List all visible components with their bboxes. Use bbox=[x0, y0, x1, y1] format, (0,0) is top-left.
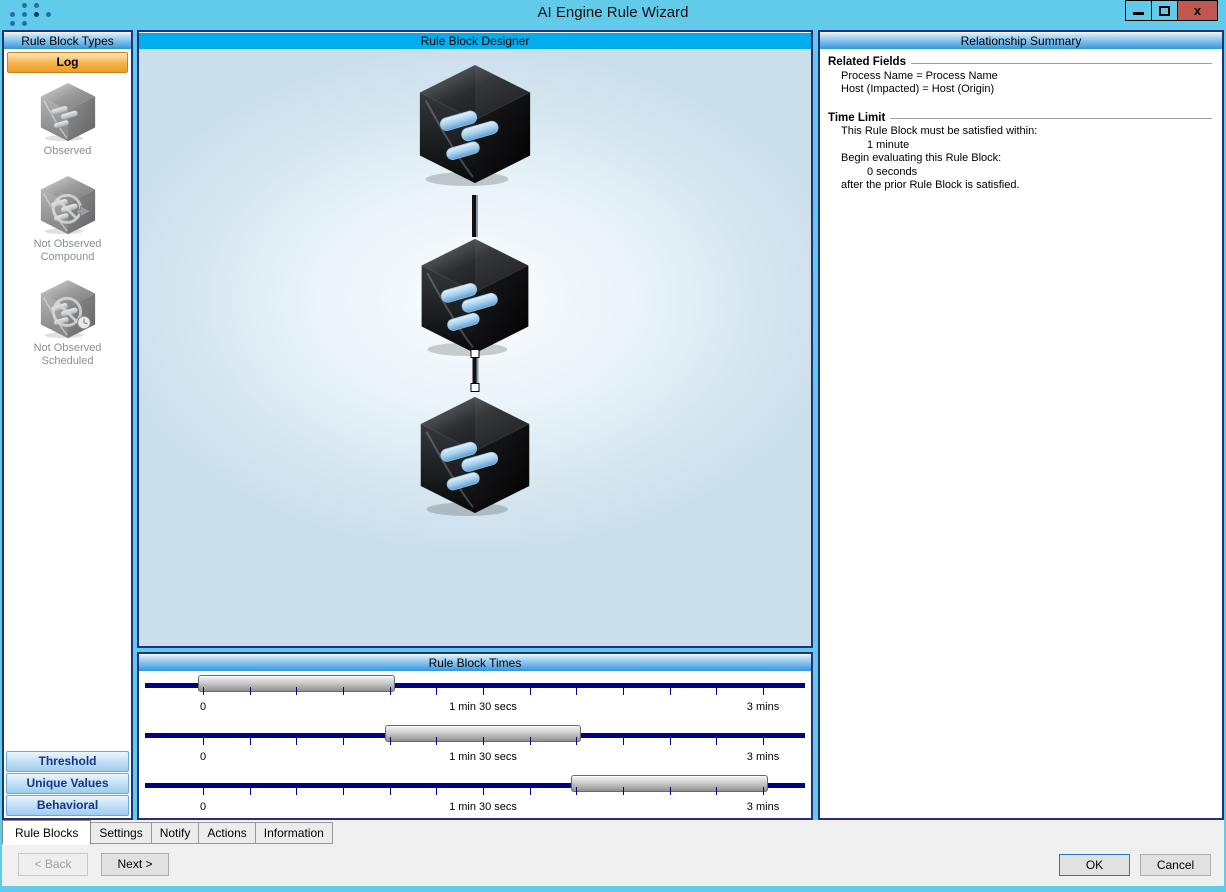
tab-rule-blocks[interactable]: Rule Blocks bbox=[2, 820, 92, 845]
behavioral-category-button[interactable]: Behavioral bbox=[6, 795, 129, 816]
rule-block-types-header: Rule Block Types bbox=[4, 32, 131, 49]
type-label: Not Observed Scheduled bbox=[33, 342, 102, 367]
maximize-icon bbox=[1159, 5, 1170, 16]
next-button[interactable]: Next > bbox=[101, 853, 169, 876]
time-limit-line: Begin evaluating this Rule Block: bbox=[841, 152, 1002, 164]
selection-handle-top[interactable] bbox=[470, 349, 480, 358]
cube-not-observed-compound-icon bbox=[39, 175, 96, 235]
time-limit-line: This Rule Block must be satisfied within… bbox=[841, 125, 1038, 137]
relationship-summary-header: Relationship Summary bbox=[820, 32, 1222, 49]
axis-label-middle: 1 min 30 secs bbox=[449, 751, 517, 763]
connector-bar bbox=[472, 358, 478, 383]
related-field-item: Host (Impacted) = Host (Origin) bbox=[841, 83, 995, 95]
time-limit-line: after the prior Rule Block is satisfied. bbox=[841, 179, 1020, 191]
time-limit-value: 0 seconds bbox=[867, 165, 918, 178]
minimize-button[interactable] bbox=[1125, 0, 1152, 21]
axis-label-end: 3 mins bbox=[746, 701, 780, 713]
designer-canvas[interactable] bbox=[139, 49, 811, 646]
related-fields-section-title: Related Fields bbox=[828, 56, 1214, 70]
back-button[interactable]: < Back bbox=[18, 853, 88, 876]
time-limit-value: 1 minute bbox=[867, 138, 910, 151]
connector-bar bbox=[472, 195, 478, 237]
ok-button[interactable]: OK bbox=[1059, 854, 1130, 876]
rule-block-2-cube[interactable] bbox=[415, 235, 535, 357]
rule-block-type-observed[interactable]: Observed bbox=[4, 81, 131, 158]
time-limit-section-title: Time Limit bbox=[828, 112, 1214, 126]
rule-block-designer-header: Rule Block Designer bbox=[139, 32, 811, 49]
type-label: Not Observed Compound bbox=[33, 238, 102, 263]
relationship-summary-panel: Relationship Summary Related Fields Proc… bbox=[818, 30, 1224, 820]
axis-label-middle: 1 min 30 secs bbox=[449, 801, 517, 813]
tab-notify[interactable]: Notify bbox=[151, 822, 200, 844]
log-category-button[interactable]: Log bbox=[7, 52, 128, 73]
axis-label-end: 3 mins bbox=[746, 801, 780, 813]
rule-block-type-not-observed-scheduled[interactable]: Not Observed Scheduled bbox=[4, 278, 131, 368]
rule-block-types-panel: Rule Block Types Log Observed Not Observ… bbox=[2, 30, 133, 820]
axis-label-start: 0 bbox=[199, 751, 207, 763]
window-title: AI Engine Rule Wizard bbox=[537, 4, 689, 21]
connector-block2-block3-selected[interactable] bbox=[470, 349, 480, 392]
type-label: Observed bbox=[43, 145, 92, 157]
maximize-button[interactable] bbox=[1151, 0, 1178, 21]
rule-block-times-panel: Rule Block Times 0 1 min 30 secs 3 mins … bbox=[137, 652, 813, 820]
tab-actions[interactable]: Actions bbox=[199, 822, 256, 844]
rule-block-type-not-observed-compound[interactable]: Not Observed Compound bbox=[4, 174, 131, 264]
ai-engine-rule-wizard-window: { "window": { "title": "AI Engine Rule W… bbox=[0, 0, 1226, 892]
axis-label-end: 3 mins bbox=[746, 751, 780, 763]
tab-information[interactable]: Information bbox=[255, 822, 333, 844]
threshold-category-button[interactable]: Threshold bbox=[6, 751, 129, 772]
wizard-tab-strip: Rule Blocks Settings Notify Actions Info… bbox=[2, 820, 333, 845]
cube-observed-icon bbox=[39, 82, 96, 142]
rule-block-1-time-slider: 0 1 min 30 secs 3 mins bbox=[139, 671, 811, 721]
axis-label-start: 0 bbox=[199, 701, 207, 713]
connector-block1-block2[interactable] bbox=[472, 195, 478, 237]
tab-settings[interactable]: Settings bbox=[91, 822, 152, 844]
close-icon: x bbox=[1193, 3, 1202, 18]
rule-block-3-time-slider: 0 1 min 30 secs 3 mins bbox=[139, 771, 811, 821]
rule-block-3-cube[interactable] bbox=[414, 393, 536, 517]
related-field-item: Process Name = Process Name bbox=[841, 69, 998, 82]
section-divider bbox=[890, 118, 1212, 120]
section-divider bbox=[910, 62, 1212, 64]
rule-block-designer-panel: Rule Block Designer bbox=[137, 30, 813, 648]
title-bar: AI Engine Rule Wizard x bbox=[0, 0, 1226, 28]
minimize-icon bbox=[1133, 12, 1144, 15]
wizard-footer: Rule Blocks Settings Notify Actions Info… bbox=[2, 820, 1224, 886]
cancel-button[interactable]: Cancel bbox=[1140, 854, 1211, 876]
cube-not-observed-scheduled-icon bbox=[39, 279, 96, 339]
rule-block-times-header: Rule Block Times bbox=[139, 654, 811, 671]
close-button[interactable]: x bbox=[1177, 0, 1218, 21]
rule-block-1-cube[interactable] bbox=[414, 61, 536, 187]
axis-label-middle: 1 min 30 secs bbox=[449, 701, 517, 713]
unique-values-category-button[interactable]: Unique Values bbox=[6, 773, 129, 794]
selection-handle-bottom[interactable] bbox=[470, 383, 480, 392]
rule-block-2-time-slider: 0 1 min 30 secs 3 mins bbox=[139, 721, 811, 771]
axis-label-start: 0 bbox=[199, 801, 207, 813]
